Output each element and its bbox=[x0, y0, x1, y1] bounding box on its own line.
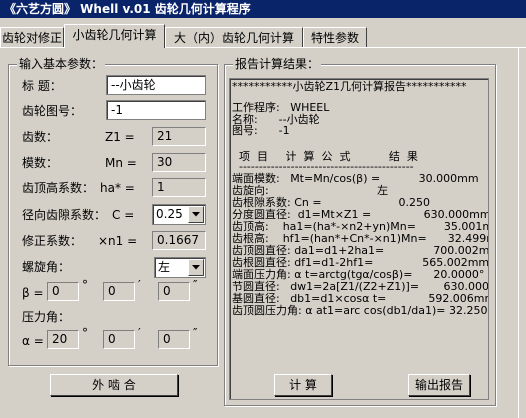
beta-seconds-field[interactable]: 0 bbox=[158, 282, 190, 301]
module-field[interactable]: 30 bbox=[152, 153, 206, 172]
addendum-coef-field[interactable]: 1 bbox=[152, 178, 206, 197]
tab-pinion-geometry[interactable]: 小齿轮几何计算 bbox=[64, 24, 165, 48]
beta-minutes-field[interactable]: 0 bbox=[103, 282, 135, 301]
shift-coef-symbol: ×n1 = bbox=[98, 234, 138, 248]
tab-characteristics[interactable]: 特性参数 bbox=[303, 27, 367, 47]
clearance-coef-symbol: C = bbox=[112, 208, 135, 222]
window-right-edge bbox=[518, 48, 526, 418]
calculate-button[interactable]: 计 算 bbox=[274, 374, 332, 396]
tab-gear-pair-correction[interactable]: 齿轮对修正 bbox=[0, 27, 64, 47]
helix-direction-select[interactable]: 左 bbox=[154, 257, 206, 278]
helix-direction-value: 左 bbox=[158, 260, 171, 274]
tab-gear-geometry[interactable]: 大（内）齿轮几何计算 bbox=[165, 27, 303, 47]
addendum-coef-label: 齿顶高系数： bbox=[22, 181, 95, 195]
shift-coef-label: 修正系数： bbox=[22, 234, 83, 248]
dropdown-arrow-icon[interactable] bbox=[188, 259, 204, 276]
alpha-seconds-field[interactable]: 0 bbox=[158, 330, 190, 349]
report-line: 图号: -1 bbox=[232, 124, 290, 137]
output-report-button[interactable]: 输出报告 bbox=[408, 374, 470, 396]
module-symbol: Mn = bbox=[105, 156, 137, 170]
clearance-coef-select[interactable]: 0.25 bbox=[152, 204, 206, 225]
minute-mark: ′ bbox=[138, 278, 141, 292]
window-title: 《六艺方圆》 Whell v.01 齿轮几何计算程序 bbox=[0, 0, 526, 18]
drawing-number-label: 齿轮图号： bbox=[22, 104, 83, 118]
input-group-legend: 输入基本参数： bbox=[17, 57, 106, 71]
dropdown-arrow-icon[interactable] bbox=[188, 206, 204, 223]
title-label: 标 题： bbox=[22, 79, 62, 93]
teeth-count-label: 齿数： bbox=[22, 130, 59, 144]
minute-mark: ′ bbox=[138, 326, 141, 340]
drawing-number-input[interactable]: -1 bbox=[106, 100, 206, 120]
beta-degrees-field[interactable]: 0 bbox=[47, 282, 79, 301]
alpha-label: α = bbox=[22, 334, 44, 348]
report-textarea[interactable]: ***********小齿轮Z1几何计算报告*********** 工作程序: … bbox=[229, 78, 489, 400]
clearance-coef-label: 径向齿隙系数： bbox=[22, 208, 107, 222]
degree-mark: ° bbox=[82, 278, 88, 292]
module-label: 模数： bbox=[22, 156, 59, 170]
title-input[interactable]: --小齿轮 bbox=[106, 75, 206, 95]
alpha-degrees-field[interactable]: 20 bbox=[47, 330, 79, 349]
report-group-legend: 报告计算结果： bbox=[233, 57, 322, 71]
pressure-angle-label: 压力角： bbox=[22, 310, 71, 324]
second-mark: ″ bbox=[193, 326, 198, 340]
teeth-count-field[interactable]: 21 bbox=[152, 127, 206, 146]
external-mesh-button[interactable]: 外 啮 合 bbox=[50, 374, 178, 396]
beta-label: β = bbox=[22, 286, 44, 300]
clearance-coef-value: 0.25 bbox=[156, 207, 183, 221]
second-mark: ″ bbox=[193, 278, 198, 292]
tab-strip: 齿轮对修正 小齿轮几何计算 大（内）齿轮几何计算 特性参数 bbox=[0, 24, 526, 48]
report-line: 齿顶圆压力角: α at1=arc cos(db1/da1)= 32.2507° bbox=[232, 304, 489, 317]
helix-angle-label: 螺旋角： bbox=[22, 260, 71, 274]
addendum-coef-symbol: ha* = bbox=[100, 181, 135, 195]
report-line: ***********小齿轮Z1几何计算报告*********** bbox=[232, 80, 467, 93]
shift-coef-field[interactable]: 0.1667 bbox=[152, 231, 206, 250]
teeth-count-symbol: Z1 = bbox=[105, 130, 135, 144]
degree-mark: ° bbox=[82, 326, 88, 340]
alpha-minutes-field[interactable]: 0 bbox=[103, 330, 135, 349]
